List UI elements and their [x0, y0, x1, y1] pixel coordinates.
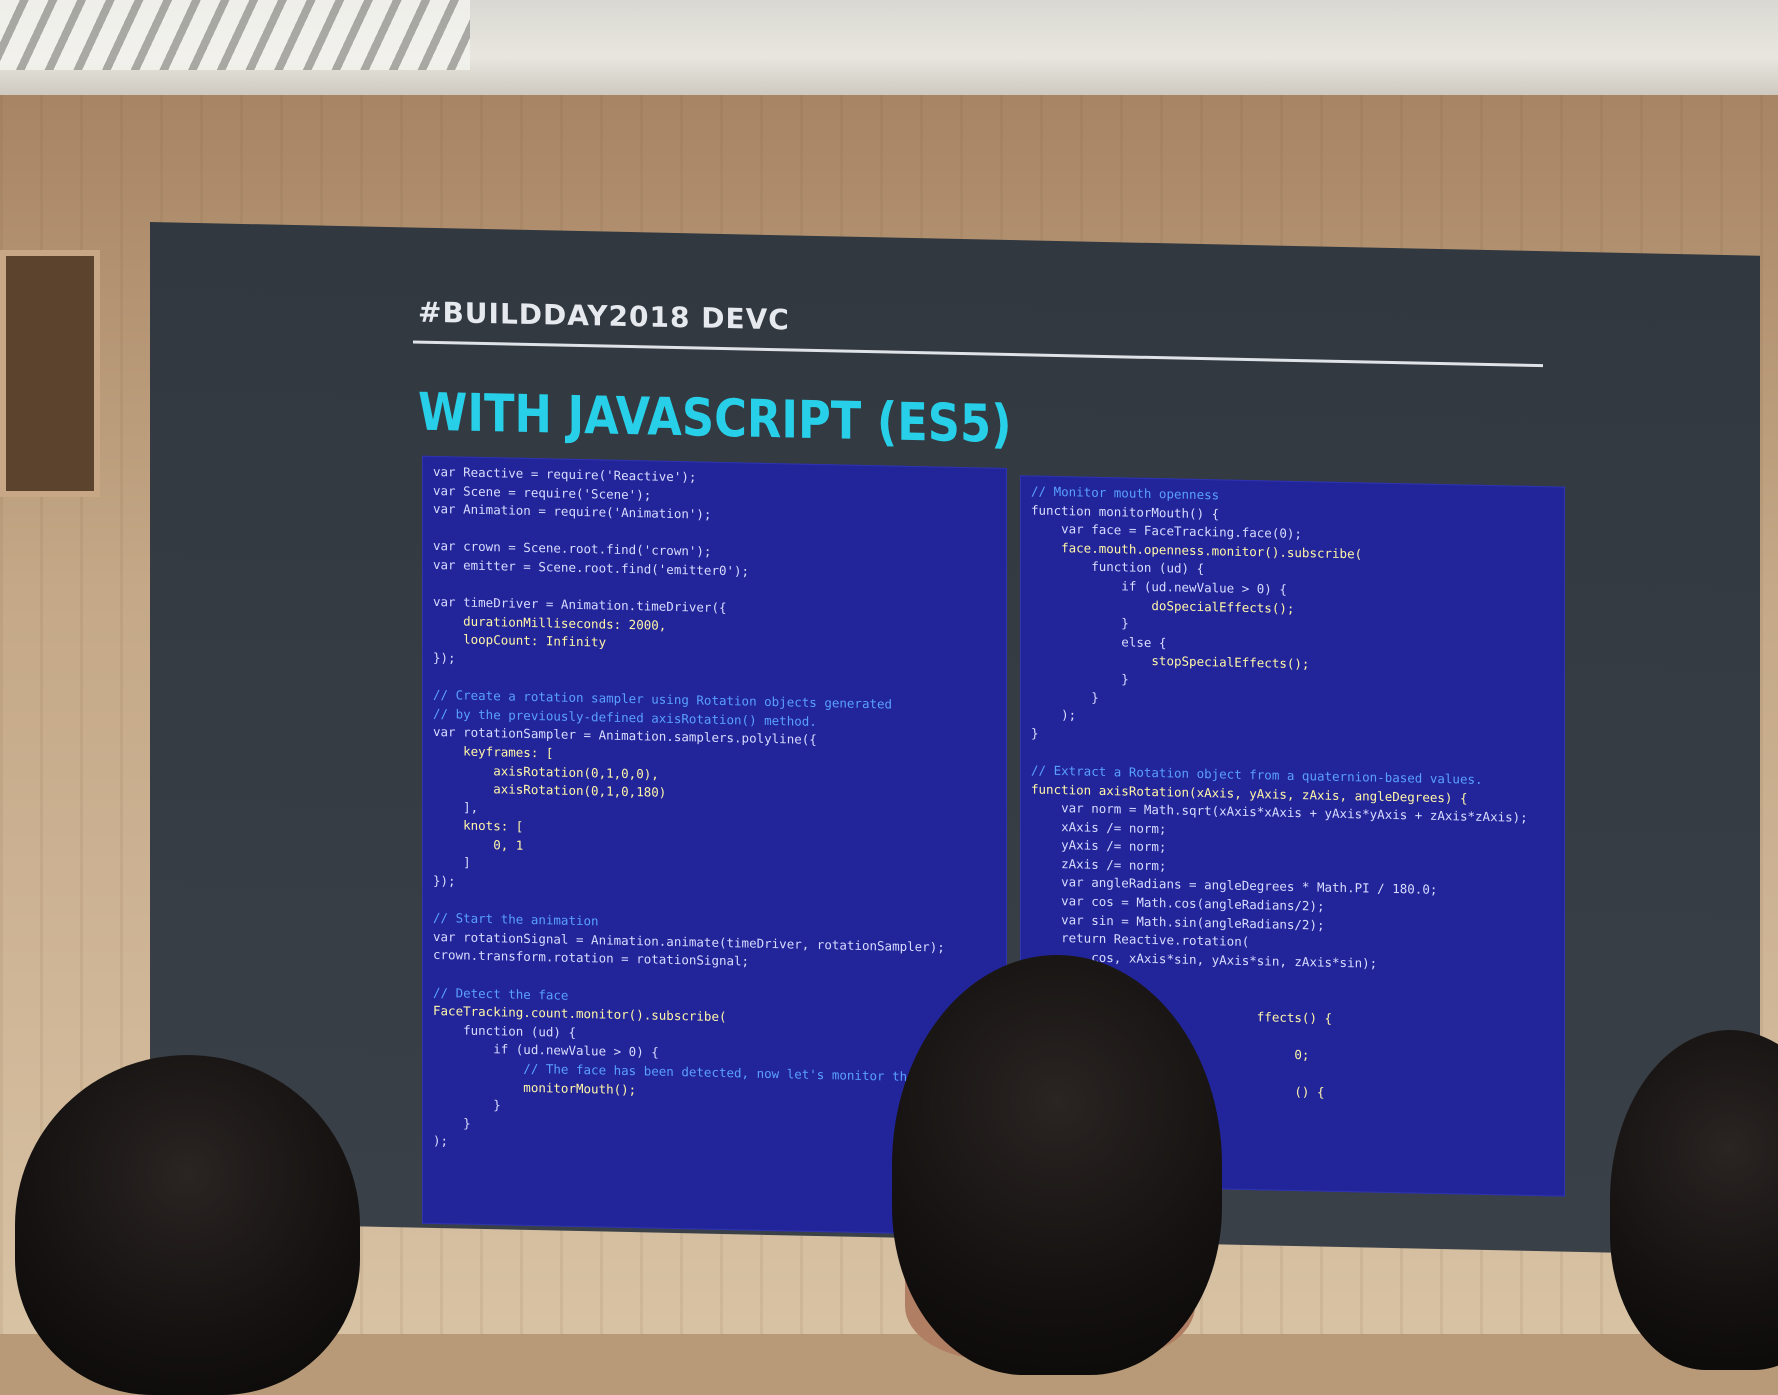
ceiling-light-fixture	[0, 0, 470, 70]
slide-hashtag: #BUILDDAY2018 DEVC	[418, 295, 790, 337]
audience-head-center	[892, 955, 1222, 1375]
ceiling	[0, 0, 1778, 95]
audience-head-left	[15, 1055, 360, 1395]
wall-niche	[0, 250, 100, 497]
title-divider	[413, 340, 1543, 368]
slide-title: WITH JAVASCRIPT (ES5)	[418, 382, 1012, 456]
